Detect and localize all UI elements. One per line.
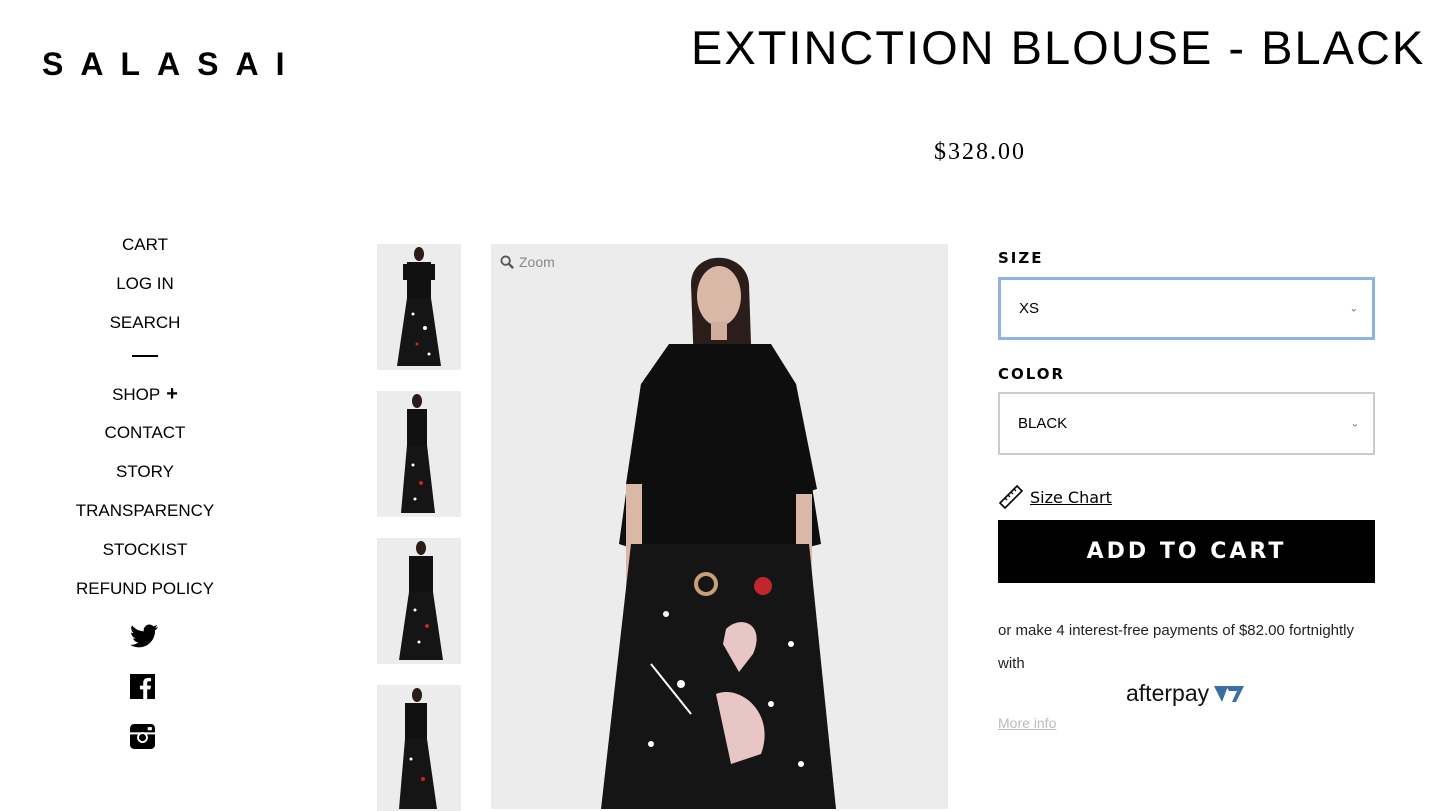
product-thumbnail-2[interactable] bbox=[377, 391, 461, 517]
product-thumbnail-3[interactable] bbox=[377, 538, 461, 664]
twitter-icon[interactable] bbox=[130, 624, 160, 652]
nav-refund-policy[interactable]: REFUND POLICY bbox=[60, 572, 230, 611]
magnifier-icon bbox=[500, 254, 514, 269]
product-main-image[interactable] bbox=[491, 244, 948, 809]
chevron-down-icon: ⌄ bbox=[1349, 303, 1358, 314]
nav-divider bbox=[132, 355, 158, 357]
ruler-icon bbox=[998, 484, 1024, 510]
nav-shop[interactable]: SHOP + bbox=[60, 377, 230, 416]
facebook-icon[interactable] bbox=[130, 674, 160, 703]
size-chart-link[interactable]: Size Chart bbox=[998, 484, 1112, 510]
main-nav: CART LOG IN SEARCH SHOP + CONTACT STORY T… bbox=[60, 228, 230, 611]
afterpay-logo: afterpay bbox=[1126, 680, 1246, 707]
instagram-icon[interactable] bbox=[130, 724, 160, 753]
nav-cart[interactable]: CART bbox=[60, 228, 230, 267]
nav-stockist[interactable]: STOCKIST bbox=[60, 533, 230, 572]
size-chart-label: Size Chart bbox=[1030, 487, 1112, 507]
nav-shop-label: SHOP bbox=[112, 385, 161, 404]
product-thumbnail-4[interactable] bbox=[377, 685, 461, 811]
color-select[interactable]: BLACK ⌄ bbox=[998, 392, 1375, 455]
color-select-value: BLACK bbox=[1018, 415, 1068, 432]
chevron-down-icon: ⌄ bbox=[1350, 418, 1359, 429]
afterpay-arrows-icon bbox=[1214, 685, 1245, 702]
nav-log-in[interactable]: LOG IN bbox=[60, 267, 230, 306]
nav-contact[interactable]: CONTACT bbox=[60, 416, 230, 455]
afterpay-more-info-link[interactable]: More info bbox=[998, 715, 1056, 731]
brand-logo[interactable]: SALASAI bbox=[42, 46, 301, 82]
product-title: EXTINCTION BLOUSE - BLACK bbox=[691, 21, 1426, 74]
plus-icon[interactable]: + bbox=[166, 383, 178, 405]
zoom-label: Zoom bbox=[519, 254, 555, 270]
afterpay-text: or make 4 interest-free payments of $82.… bbox=[998, 622, 1355, 672]
zoom-control[interactable]: Zoom bbox=[500, 254, 555, 270]
size-label: SIZE bbox=[998, 249, 1044, 267]
nav-search[interactable]: SEARCH bbox=[60, 306, 230, 345]
add-to-cart-button[interactable]: ADD TO CART bbox=[998, 520, 1375, 583]
product-price: $328.00 bbox=[934, 139, 1026, 165]
size-select[interactable]: XS ⌄ bbox=[998, 277, 1375, 340]
nav-story[interactable]: STORY bbox=[60, 455, 230, 494]
color-label: COLOR bbox=[998, 365, 1066, 383]
nav-transparency[interactable]: TRANSPARENCY bbox=[60, 494, 230, 533]
product-thumbnail-1[interactable] bbox=[377, 244, 461, 370]
size-select-value: XS bbox=[1019, 300, 1040, 317]
afterpay-logo-text: afterpay bbox=[1126, 680, 1210, 706]
